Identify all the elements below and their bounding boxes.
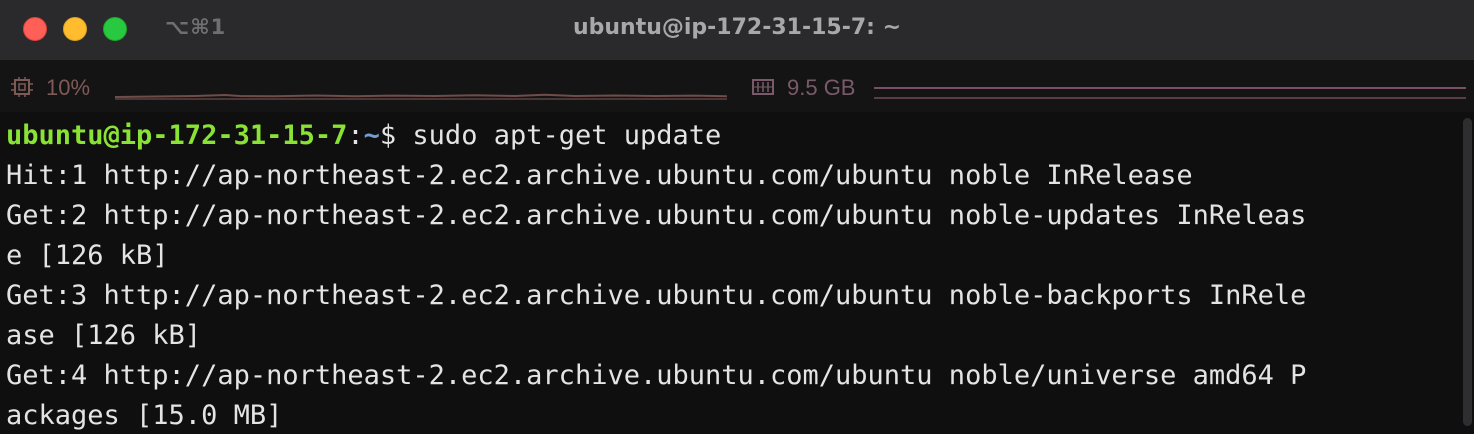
- output-line: ase [126 kB]: [6, 320, 202, 351]
- window-title: ubuntu@ip-172-31-15-7: ~: [572, 15, 902, 40]
- memory-usage-label: 9.5 GB: [787, 75, 856, 100]
- vertical-scrollbar[interactable]: [1459, 112, 1474, 434]
- memory-icon: [752, 77, 774, 97]
- output-line: Get:4 http://ap-northeast-2.ec2.archive.…: [6, 360, 1307, 391]
- prompt-line: ubuntu@ip-172-31-15-7:~$ sudo apt-get up…: [6, 116, 1451, 156]
- prompt-user-host: ubuntu@ip-172-31-15-7: [6, 120, 348, 151]
- output-line: Hit:1 http://ap-northeast-2.ec2.archive.…: [6, 160, 1193, 191]
- output-line: Get:2 http://ap-northeast-2.ec2.archive.…: [6, 200, 1307, 231]
- terminal-output-area[interactable]: ubuntu@ip-172-31-15-7:~$ sudo apt-get up…: [0, 112, 1474, 434]
- cpu-icon: [11, 77, 33, 97]
- title-bar[interactable]: ⌥⌘1 ubuntu@ip-172-31-15-7: ~: [0, 0, 1474, 60]
- terminal-lines: ubuntu@ip-172-31-15-7:~$ sudo apt-get up…: [6, 116, 1451, 434]
- cpu-sparkline: [115, 93, 727, 100]
- terminal-window: ⌥⌘1 ubuntu@ip-172-31-15-7: ~ 10% 9.5 GB …: [0, 0, 1474, 434]
- prompt-path: ~: [363, 120, 380, 151]
- status-bar: 10% 9.5 GB: [0, 60, 1474, 112]
- prompt-sign: $: [379, 120, 413, 151]
- prompt-command: sudo apt-get update: [412, 120, 722, 151]
- prompt-separator: :: [347, 120, 364, 151]
- output-line: ackages [15.0 MB]: [6, 400, 283, 431]
- scrollbar-thumb[interactable]: [1463, 118, 1472, 426]
- memory-sparkline: [874, 87, 1466, 99]
- output-line: e [126 kB]: [6, 240, 169, 271]
- output-line: Get:3 http://ap-northeast-2.ec2.archive.…: [6, 280, 1307, 311]
- cpu-usage-label: 10%: [46, 75, 91, 100]
